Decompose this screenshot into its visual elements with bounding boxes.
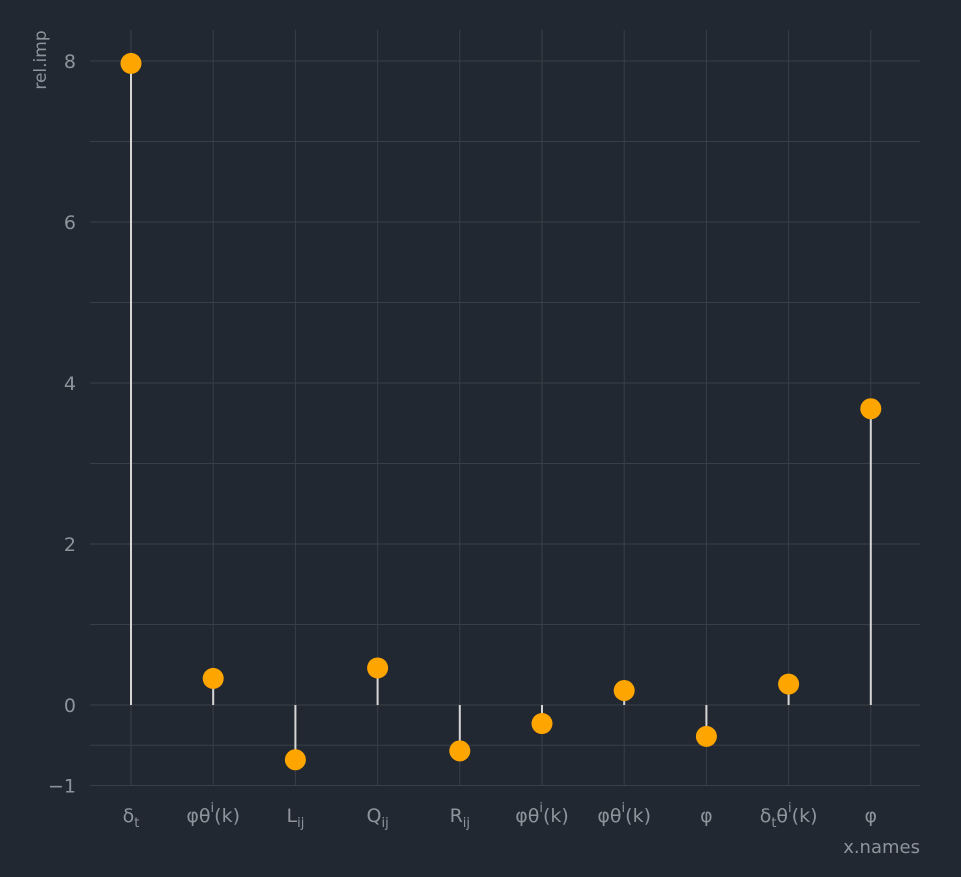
x-tick-label: Qij xyxy=(366,805,388,831)
x-tick-label: Rij xyxy=(450,805,470,831)
x-tick-label: φθi(k) xyxy=(515,801,569,827)
lollipop-point xyxy=(367,657,389,679)
point-layer xyxy=(120,52,882,771)
x-tick-label: δt xyxy=(123,805,140,831)
x-tick-label: φθi(k) xyxy=(597,801,651,827)
y-tick-label: −1 xyxy=(48,776,76,798)
lollipop-point xyxy=(860,398,882,420)
y-tick-label: 8 xyxy=(64,51,76,73)
x-tick-label: φ xyxy=(865,805,878,827)
x-tick-label: Lij xyxy=(286,805,304,831)
y-tick-label: 6 xyxy=(64,212,76,234)
lollipop-point xyxy=(449,740,471,762)
x-tick-label: δtθi(k) xyxy=(760,801,818,831)
lollipop-point xyxy=(120,52,142,74)
x-tick-label: φθi(k) xyxy=(186,801,240,827)
chart-canvas: −1 0 2 4 6 8 δt φθi(k) Lij Qij Rij φθi(k) φθi(k) φ δtθ… xyxy=(31,30,920,858)
x-tick-label: φ xyxy=(700,805,713,827)
tick-layer: −1 0 2 4 6 8 δt φθi(k) Lij Qij Rij φθi(k) φθi(k) φ δtθ… xyxy=(48,51,877,831)
lollipop-chart: −1 0 2 4 6 8 δt φθi(k) Lij Qij Rij φθi(k) φθi(k) φ δtθ… xyxy=(0,0,961,873)
stem-layer xyxy=(130,63,872,760)
lollipop-point xyxy=(531,713,553,735)
lollipop-point xyxy=(613,680,635,702)
y-axis-title: rel.imp xyxy=(31,30,51,89)
lollipop-point xyxy=(695,725,717,747)
y-tick-label: 0 xyxy=(64,695,76,717)
lollipop-point xyxy=(284,749,306,771)
y-tick-label: 4 xyxy=(64,373,76,395)
y-tick-label: 2 xyxy=(64,534,76,556)
x-axis-title: x.names xyxy=(843,837,920,858)
lollipop-point xyxy=(202,667,224,689)
lollipop-point xyxy=(778,673,800,695)
